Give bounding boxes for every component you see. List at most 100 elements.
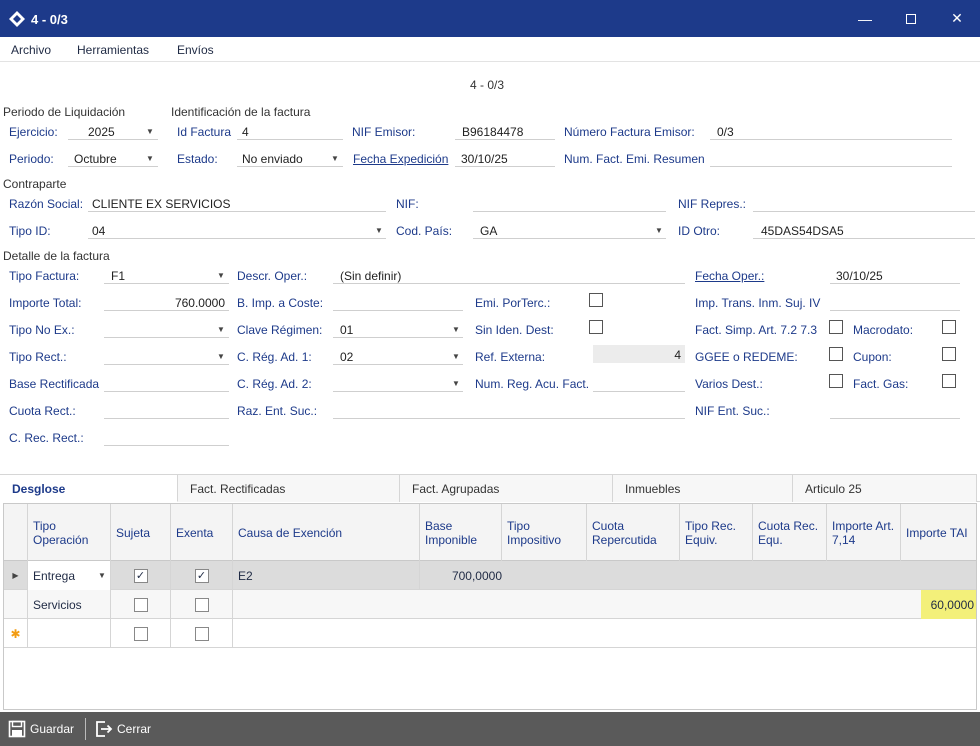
sujeta-checkbox[interactable] [133,597,148,612]
clave-regimen-select[interactable]: 01 ▼ [333,320,463,338]
tipo-id-value: 04 [92,224,106,238]
estado-select[interactable]: No enviado ▼ [237,149,343,167]
importe-total-field[interactable]: 760.0000 [104,293,229,311]
nif-ent-suc-field[interactable] [830,401,960,419]
col-sujeta[interactable]: Sujeta [111,504,171,561]
sujeta-cell[interactable]: ✓ [111,561,171,590]
base-rectificada-field[interactable] [104,374,229,392]
emi-porterc-checkbox[interactable] [589,293,603,307]
maximize-button[interactable] [888,0,934,37]
tab-desglose[interactable]: Desglose [0,474,178,502]
col-base-imponible[interactable]: Base Imponible [420,504,502,561]
tipo-no-ex-select[interactable]: ▼ [104,320,229,338]
descr-oper-field[interactable]: (Sin definir) [333,266,685,284]
nif-emisor-field[interactable]: B96184478 [455,122,555,140]
sujeta-cell[interactable] [111,619,171,648]
razon-social-field[interactable]: CLIENTE EX SERVICIOS [88,194,386,212]
tipo-factura-select[interactable]: F1 ▼ [104,266,229,284]
sujeta-checkbox[interactable] [133,626,148,641]
nif-repres-label: NIF Repres.: [678,197,747,211]
causa-value: E2 [238,568,253,583]
col-causa-exencion[interactable]: Causa de Exención [233,504,420,561]
exenta-cell[interactable] [171,619,233,648]
razon-social-label: Razón Social: [9,197,84,211]
c-rec-rect-label: C. Rec. Rect.: [9,431,84,445]
num-reg-acu-field[interactable] [593,374,685,392]
cod-pais-select[interactable]: GA ▼ [473,221,666,239]
c-reg-ad2-select[interactable]: ▼ [333,374,463,392]
tab-inmuebles[interactable]: Inmuebles [613,474,793,502]
tab-fact-rectificadas[interactable]: Fact. Rectificadas [178,474,400,502]
tipo-id-label: Tipo ID: [9,224,51,238]
exenta-checkbox-checked[interactable]: ✓ [194,568,209,583]
cuota-rect-field[interactable] [104,401,229,419]
col-tipo-rec-equiv[interactable]: Tipo Rec. Equiv. [680,504,753,561]
periodo-select[interactable]: Octubre ▼ [68,149,158,167]
fecha-expedicion-link[interactable]: Fecha Expedición [353,152,448,166]
id-factura-value: 4 [242,125,249,139]
tipo-id-select[interactable]: 04 ▼ [88,221,386,239]
tipo-operacion-cell[interactable]: Servicios [28,590,111,619]
sujeta-cell[interactable] [111,590,171,619]
cupon-checkbox[interactable] [942,347,956,361]
fecha-expedicion-field[interactable]: 30/10/25 [455,149,555,167]
tipo-factura-value: F1 [111,269,126,283]
table-row[interactable]: ▶ Entrega ▼ ✓ ✓ E2 700,0000 [4,561,976,590]
tab-articulo-25[interactable]: Articulo 25 [793,474,977,502]
c-rec-rect-field[interactable] [104,428,229,446]
tipo-rect-select[interactable]: ▼ [104,347,229,365]
col-tipo-impositivo[interactable]: Tipo Impositivo [502,504,587,561]
fact-gas-checkbox[interactable] [942,374,956,388]
exenta-cell[interactable] [171,590,233,619]
importe-tai-cell[interactable]: 60,0000 [921,590,976,619]
nif-field[interactable] [473,194,666,212]
varios-dest-checkbox[interactable] [829,374,843,388]
raz-ent-suc-field[interactable] [333,401,685,419]
guardar-button[interactable]: Guardar [8,720,74,738]
imp-trans-field[interactable] [830,293,960,311]
ggee-checkbox[interactable] [829,347,843,361]
id-otro-field[interactable]: 45DAS54DSA5 [753,221,975,239]
causa-cell[interactable]: E2 [233,561,420,590]
menu-herramientas[interactable]: Herramientas [77,43,149,57]
nif-repres-field[interactable] [753,194,975,212]
minimize-icon: — [858,10,872,27]
exenta-checkbox[interactable] [194,597,209,612]
base-cell[interactable]: 700,0000 [420,561,502,590]
tipo-operacion-cell[interactable] [28,619,111,648]
exenta-checkbox[interactable] [194,626,209,641]
col-cuota-repercutida[interactable]: Cuota Repercutida [587,504,680,561]
col-tipo-operacion[interactable]: Tipo Operación [28,504,111,561]
close-icon: ✕ [951,10,963,26]
table-row[interactable]: ✱ [4,619,976,648]
fecha-oper-link[interactable]: Fecha Oper.: [695,269,764,283]
b-imp-coste-field[interactable] [333,293,463,311]
menu-archivo[interactable]: Archivo [11,43,51,57]
fecha-oper-field[interactable]: 30/10/25 [830,266,960,284]
exenta-cell[interactable]: ✓ [171,561,233,590]
macrodato-checkbox[interactable] [942,320,956,334]
c-reg-ad1-select[interactable]: 02 ▼ [333,347,463,365]
window-title: 4 - 0/3 [31,12,68,27]
close-window-button[interactable]: ✕ [934,0,980,37]
minimize-button[interactable]: — [842,0,888,37]
num-factura-emisor-field[interactable]: 0/3 [710,122,952,140]
num-fact-emi-resumen-field[interactable] [710,149,952,167]
descr-oper-label: Descr. Oper.: [237,269,308,283]
col-importe-tai[interactable]: Importe TAI [901,504,976,561]
tab-fact-agrupadas[interactable]: Fact. Agrupadas [400,474,613,502]
col-exenta[interactable]: Exenta [171,504,233,561]
tipo-operacion-cell[interactable]: Entrega ▼ [28,561,111,590]
ejercicio-select[interactable]: 2025 ▼ [68,122,158,140]
fact-simp-checkbox[interactable] [829,320,843,334]
sin-iden-dest-checkbox[interactable] [589,320,603,334]
menu-envios[interactable]: Envíos [177,43,214,57]
table-row[interactable]: Servicios 60,0000 [4,590,976,619]
col-cuota-rec-equ[interactable]: Cuota Rec. Equ. [753,504,827,561]
id-factura-field[interactable]: 4 [237,122,343,140]
guardar-label: Guardar [30,722,75,736]
cerrar-button[interactable]: Cerrar [95,720,151,738]
sujeta-checkbox-checked[interactable]: ✓ [133,568,148,583]
c-reg-ad1-value: 02 [340,350,354,364]
col-importe-art-714[interactable]: Importe Art. 7,14 [827,504,901,561]
